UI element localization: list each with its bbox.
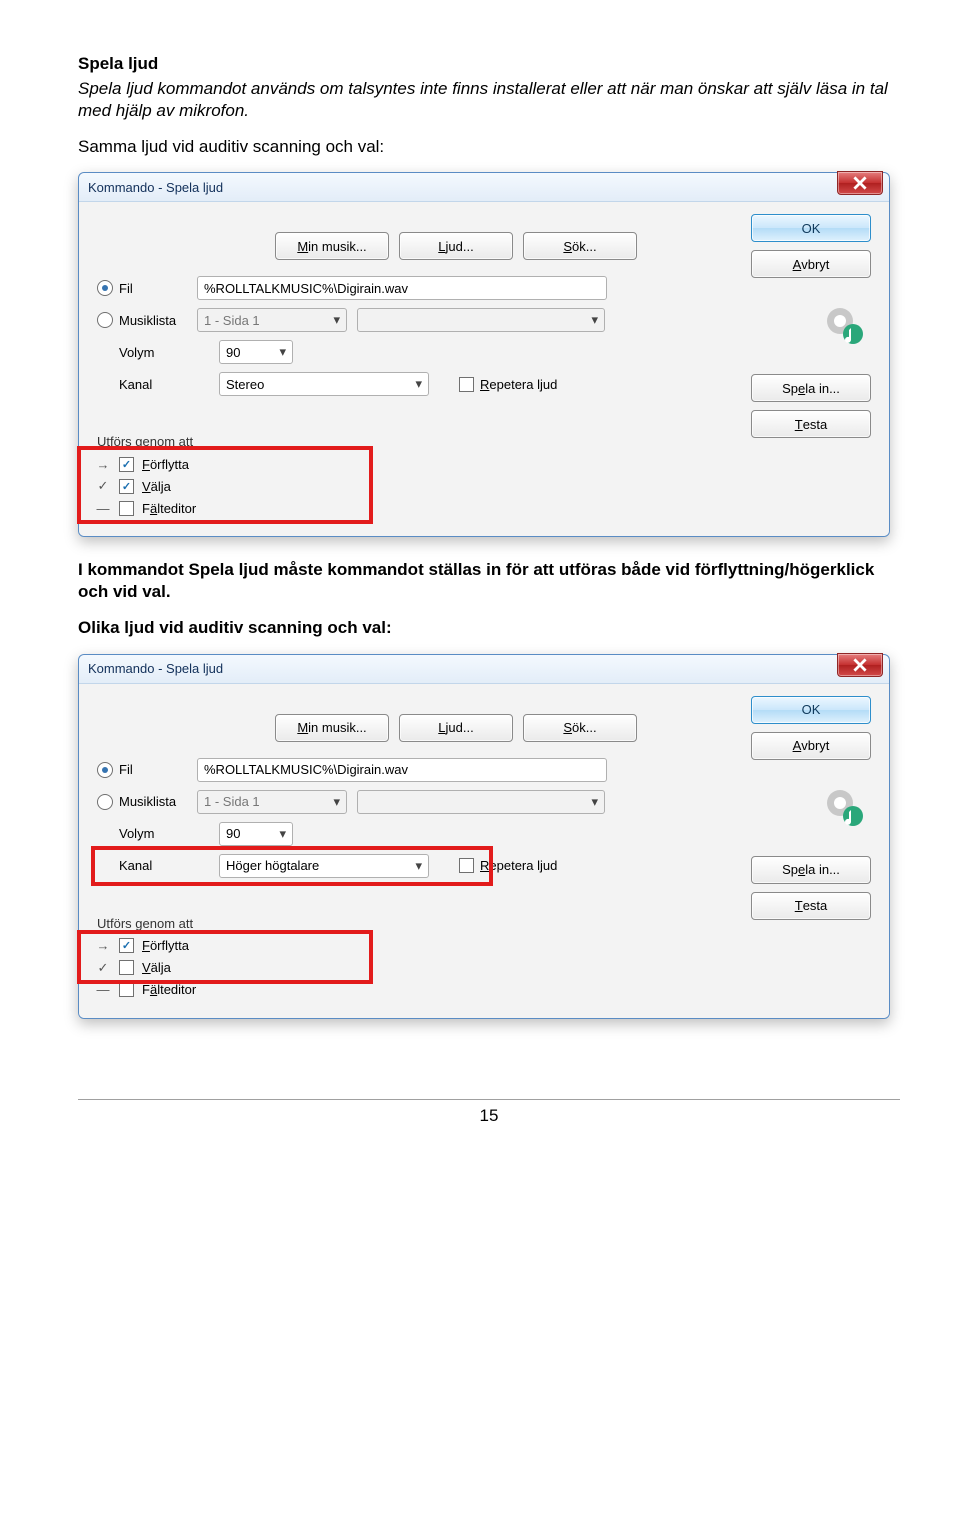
radio-musiklista[interactable] [97, 794, 113, 810]
close-icon [853, 176, 867, 190]
dialog-spela-ljud-1: Kommando - Spela ljud OK Avbryt Spela in… [78, 172, 890, 537]
combo-volym[interactable]: 90▾ [219, 340, 293, 364]
label-volym: Volym [119, 345, 154, 360]
label-forflytta: Förflytta [142, 457, 189, 472]
checkbox-repetera[interactable] [459, 858, 474, 873]
ok-button[interactable]: OK [751, 696, 871, 724]
cancel-button[interactable]: Avbryt [751, 732, 871, 760]
label-musiklista: Musiklista [119, 313, 176, 328]
label-valja: Välja [142, 479, 171, 494]
checkbox-falteditor[interactable] [119, 982, 134, 997]
sok-button[interactable]: Sök... [523, 232, 637, 260]
sound-file-icon [823, 786, 865, 828]
dialog-spela-ljud-2: Kommando - Spela ljud OK Avbryt Spela in… [78, 654, 890, 1019]
close-icon [853, 658, 867, 672]
label-musiklista: Musiklista [119, 794, 176, 809]
sok-button[interactable]: Sök... [523, 714, 637, 742]
utfors-group: Utförs genom att →Förflytta ✓Välja —Fält… [93, 430, 273, 522]
label-utfors: Utförs genom att [97, 434, 273, 449]
utfors-group: Utförs genom att →Förflytta ✓Välja —Fält… [93, 912, 273, 1004]
radio-fil[interactable] [97, 280, 113, 296]
label-repetera: Repetera ljud [480, 858, 557, 873]
min-musik-button[interactable]: Min musik... [275, 714, 389, 742]
dialog-titlebar: Kommando - Spela ljud [79, 655, 889, 684]
heading-spela-ljud: Spela ljud [78, 54, 900, 74]
label-kanal: Kanal [119, 858, 152, 873]
label-utfors: Utförs genom att [97, 916, 273, 931]
combo-musiklista[interactable]: 1 - Sida 1▾ [197, 790, 347, 814]
close-button[interactable] [837, 653, 883, 677]
label-volym: Volym [119, 826, 154, 841]
intro-paragraph: Spela ljud kommandot används om talsynte… [78, 78, 900, 122]
radio-musiklista[interactable] [97, 312, 113, 328]
dialog-titlebar: Kommando - Spela ljud [79, 173, 889, 202]
record-button[interactable]: Spela in... [751, 374, 871, 402]
combo-kanal[interactable]: Höger högtalare▾ [219, 854, 429, 878]
ljud-button[interactable]: Ljud... [399, 714, 513, 742]
sound-file-icon [823, 304, 865, 346]
combo-musiklista-2[interactable]: ▾ [357, 308, 605, 332]
page-number: 15 [78, 1099, 900, 1126]
combo-kanal[interactable]: Stereo▾ [219, 372, 429, 396]
min-musik-button[interactable]: Min musik... [275, 232, 389, 260]
test-button[interactable]: Testa [751, 410, 871, 438]
cancel-button[interactable]: Avbryt [751, 250, 871, 278]
label-forflytta: Förflytta [142, 938, 189, 953]
combo-musiklista-2[interactable]: ▾ [357, 790, 605, 814]
label-falteditor: Fälteditor [142, 982, 196, 997]
checkbox-repetera[interactable] [459, 377, 474, 392]
dialog-title: Kommando - Spela ljud [88, 661, 223, 676]
checkbox-valja[interactable] [119, 960, 134, 975]
checkbox-valja[interactable] [119, 479, 134, 494]
label-fil: Fil [119, 281, 133, 296]
radio-fil[interactable] [97, 762, 113, 778]
mid-paragraph: I kommandot Spela ljud måste kommandot s… [78, 559, 900, 603]
label-repetera: Repetera ljud [480, 377, 557, 392]
test-button[interactable]: Testa [751, 892, 871, 920]
record-button[interactable]: Spela in... [751, 856, 871, 884]
input-fil[interactable]: %ROLLTALKMUSIC%\Digirain.wav [197, 276, 607, 300]
combo-volym[interactable]: 90▾ [219, 822, 293, 846]
ok-button[interactable]: OK [751, 214, 871, 242]
para-olika-ljud: Olika ljud vid auditiv scanning och val: [78, 617, 900, 639]
input-fil[interactable]: %ROLLTALKMUSIC%\Digirain.wav [197, 758, 607, 782]
ljud-button[interactable]: Ljud... [399, 232, 513, 260]
dialog-title: Kommando - Spela ljud [88, 180, 223, 195]
label-kanal: Kanal [119, 377, 152, 392]
para-samma-ljud: Samma ljud vid auditiv scanning och val: [78, 136, 900, 158]
checkbox-forflytta[interactable] [119, 938, 134, 953]
checkbox-forflytta[interactable] [119, 457, 134, 472]
label-fil: Fil [119, 762, 133, 777]
label-valja: Välja [142, 960, 171, 975]
close-button[interactable] [837, 171, 883, 195]
combo-musiklista[interactable]: 1 - Sida 1▾ [197, 308, 347, 332]
checkbox-falteditor[interactable] [119, 501, 134, 516]
label-falteditor: Fälteditor [142, 501, 196, 516]
